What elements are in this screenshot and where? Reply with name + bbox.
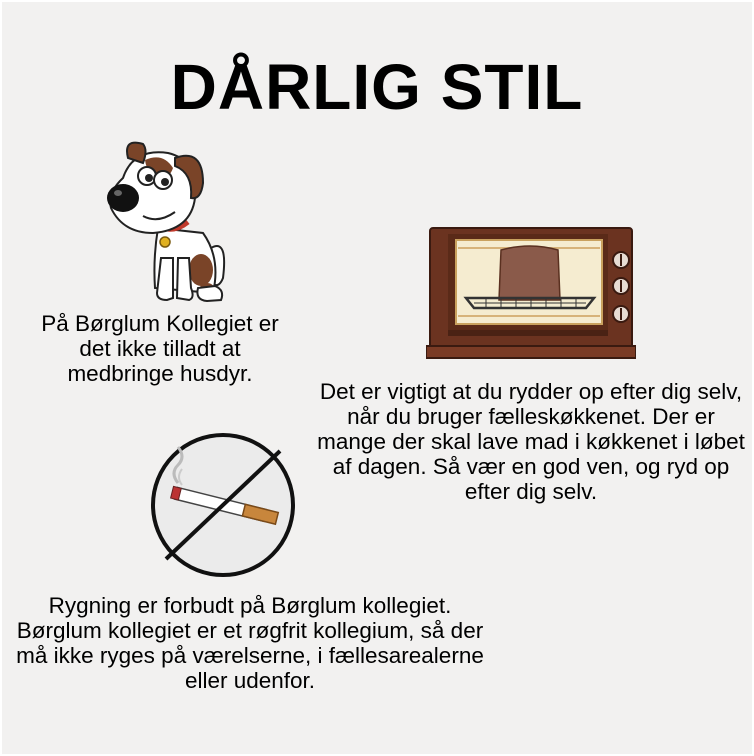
dog-icon <box>107 141 226 303</box>
no-smoking-icon <box>151 433 295 577</box>
kitchen-rule-text: Det er vigtigt at du rydder op efter dig… <box>317 379 745 504</box>
smoking-rule-text: Rygning er forbudt på Børglum kollegiet.… <box>16 593 484 693</box>
pets-rule-text: På Børglum Kollegiet er det ikke tilladt… <box>41 311 279 386</box>
oven-icon <box>426 227 636 359</box>
page-title: DÅRLIG STIL <box>170 51 584 123</box>
